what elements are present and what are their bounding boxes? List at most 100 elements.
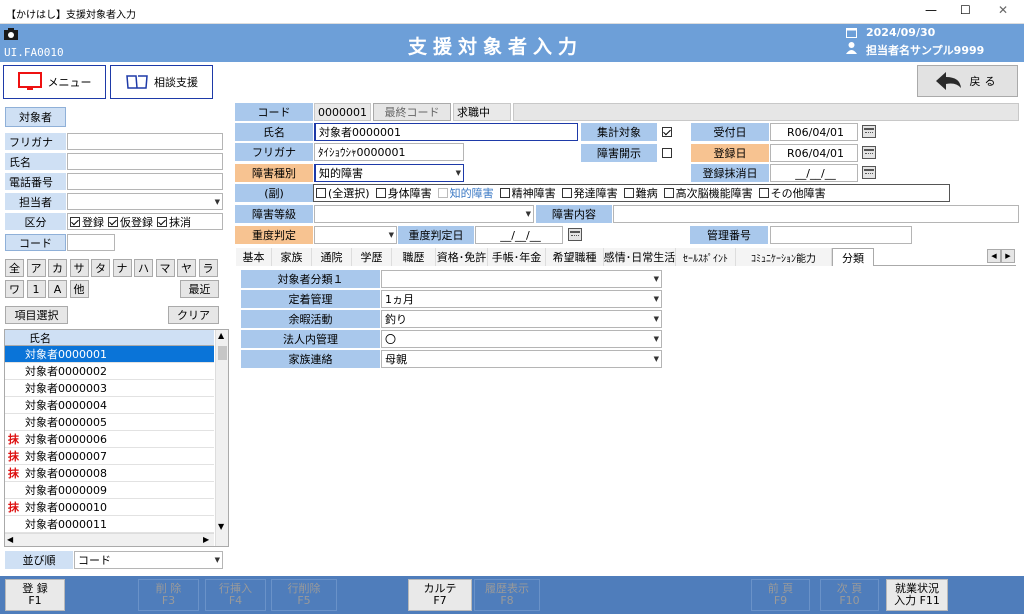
calendar-icon[interactable] [568, 228, 582, 241]
fkey-button[interactable]: カルテ F7 [408, 579, 472, 611]
fkey-button[interactable]: 削 除 F3 [138, 579, 199, 611]
camera-icon[interactable] [4, 28, 18, 40]
kana-button[interactable]: タ [91, 259, 110, 277]
list-item[interactable]: 抹対象者0000008 [5, 465, 214, 482]
recv-input[interactable]: R06/04/01 [770, 123, 858, 141]
code-search-label[interactable]: コード [5, 234, 66, 251]
scroll-right-icon[interactable]: ▶ [203, 535, 209, 544]
fkey-button[interactable]: 次 頁 F10 [820, 579, 879, 611]
list-item[interactable]: 対象者0000001 [5, 346, 214, 363]
kana-button[interactable]: 全 [5, 259, 24, 277]
hscrollbar[interactable]: ◀ ▶ [5, 533, 214, 546]
tab-item[interactable]: 家族 [272, 248, 312, 266]
reg-date-input[interactable]: R06/04/01 [770, 144, 858, 162]
list-scrollbar[interactable]: ▲ ▼ [215, 330, 228, 546]
minimize-button[interactable]: — [925, 3, 937, 17]
disclose-checkbox[interactable] [662, 147, 674, 160]
del-checkbox[interactable]: 抹消 [157, 214, 191, 230]
classify-select[interactable]: 母親 ▼ [381, 350, 662, 368]
name-input[interactable]: 対象者0000001 [314, 123, 578, 141]
tab-item[interactable]: 感情･日常生活 [604, 248, 676, 266]
sub-disability-checkbox[interactable]: 知的障害 [437, 185, 494, 201]
close-button[interactable]: ✕ [998, 3, 1008, 17]
sub-disability-checkbox[interactable]: (全選択) [316, 185, 370, 201]
kana-button[interactable]: サ [69, 259, 89, 277]
phone-search-input[interactable] [67, 173, 223, 190]
kana-button[interactable]: マ [155, 259, 175, 277]
list-item[interactable]: 抹対象者0000007 [5, 448, 214, 465]
classify-select[interactable]: 〇 ▼ [381, 330, 662, 348]
list-item[interactable]: 対象者0000011 [5, 516, 214, 533]
kana-button[interactable]: ラ [198, 259, 218, 277]
clear-button[interactable]: クリア [168, 306, 219, 324]
target-button[interactable]: 対象者 [5, 107, 66, 127]
severity-select[interactable]: ▼ [314, 226, 397, 244]
item-select-button[interactable]: 項目選択 [5, 306, 68, 324]
sub-disability-checkbox[interactable]: 身体障害 [375, 185, 432, 201]
kana-button[interactable]: ナ [112, 259, 132, 277]
tab-item[interactable]: 職歴 [392, 248, 436, 266]
fkey-button[interactable]: 行挿入 F4 [205, 579, 266, 611]
tab-scroll-right[interactable]: ▶ [1001, 249, 1015, 263]
calendar-icon[interactable] [862, 166, 876, 179]
fkey-button[interactable]: 就業状況 入力 F11 [886, 579, 948, 611]
reg-checkbox[interactable]: 登録 [70, 214, 104, 230]
tab-item[interactable]: 通院 [312, 248, 352, 266]
code-search-input[interactable] [67, 234, 115, 251]
kana-button[interactable]: ハ [134, 259, 153, 277]
scroll-down-icon[interactable]: ▼ [218, 522, 224, 531]
furigana-search-input[interactable] [67, 133, 223, 150]
calendar-icon[interactable] [862, 146, 876, 159]
scroll-up-icon[interactable]: ▲ [218, 331, 224, 340]
list-item[interactable]: 抹対象者0000006 [5, 431, 214, 448]
tab-item[interactable]: ｺﾐｭﾆｹｰｼｮﾝ能力 [736, 248, 832, 266]
severity-date-input[interactable]: __/__/__ [475, 226, 563, 244]
tab-item[interactable]: ｾｰﾙｽﾎﾟｲﾝﾄ [676, 248, 736, 266]
name-search-input[interactable] [67, 153, 223, 170]
list-item[interactable]: 対象者0000003 [5, 380, 214, 397]
list-item[interactable]: 対象者0000005 [5, 414, 214, 431]
sub-disability-checkbox[interactable]: 難病 [623, 185, 658, 201]
sub-disability-checkbox[interactable]: 精神障害 [499, 185, 556, 201]
mgmt-input[interactable] [770, 226, 912, 244]
last-code-button[interactable]: 最終コード [373, 103, 451, 121]
disability-type-select[interactable]: 知的障害 ▼ [314, 164, 464, 182]
consult-button[interactable]: 相談支援 [110, 65, 213, 99]
back-button[interactable]: 戻る [917, 65, 1018, 97]
kana-button[interactable]: ワ [5, 280, 24, 298]
tab-item[interactable]: 希望職種 [546, 248, 604, 266]
classify-select[interactable]: 釣り ▼ [381, 310, 662, 328]
fkey-button[interactable]: 履歴表示 F8 [474, 579, 540, 611]
kana-button[interactable]: ア [26, 259, 46, 277]
kana-button[interactable]: 1 [26, 280, 46, 298]
sort-select[interactable]: コード ▼ [74, 551, 223, 569]
list-item[interactable]: 抹対象者0000010 [5, 499, 214, 516]
tab-scroll-left[interactable]: ◀ [987, 249, 1001, 263]
fkey-button[interactable]: 前 頁 F9 [751, 579, 810, 611]
scroll-thumb[interactable] [218, 346, 227, 360]
kana-button[interactable]: A [48, 280, 67, 298]
maximize-button[interactable]: ☐ [960, 3, 971, 17]
kana-button[interactable]: カ [48, 259, 67, 277]
tab-item[interactable]: 資格･免許 [436, 248, 488, 266]
list-item[interactable]: 対象者0000002 [5, 363, 214, 380]
grade-select[interactable]: ▼ [314, 205, 534, 223]
list-item[interactable]: 対象者0000004 [5, 397, 214, 414]
list-item[interactable]: 対象者0000009 [5, 482, 214, 499]
kana-button[interactable]: ヤ [177, 259, 196, 277]
delete-date-input[interactable]: __/__/__ [770, 164, 858, 182]
staff-search-select[interactable]: ▼ [67, 193, 223, 210]
sub-disability-checkbox[interactable]: その他障害 [758, 185, 826, 201]
classify-select[interactable]: 1ヵ月 ▼ [381, 290, 662, 308]
calendar-icon[interactable] [862, 125, 876, 138]
fkey-button[interactable]: 行削除 F5 [271, 579, 337, 611]
scroll-left-icon[interactable]: ◀ [7, 535, 13, 544]
classify-select[interactable]: ▼ [381, 270, 662, 288]
tmp-checkbox[interactable]: 仮登録 [108, 214, 153, 230]
tab-item[interactable]: 学歴 [352, 248, 392, 266]
sub-disability-checkbox[interactable]: 発達障害 [561, 185, 618, 201]
kana-button[interactable]: 他 [69, 280, 89, 298]
tab-item[interactable]: 基本 [236, 248, 272, 266]
menu-button[interactable]: メニュー [3, 65, 106, 99]
content-input[interactable] [613, 205, 1019, 223]
